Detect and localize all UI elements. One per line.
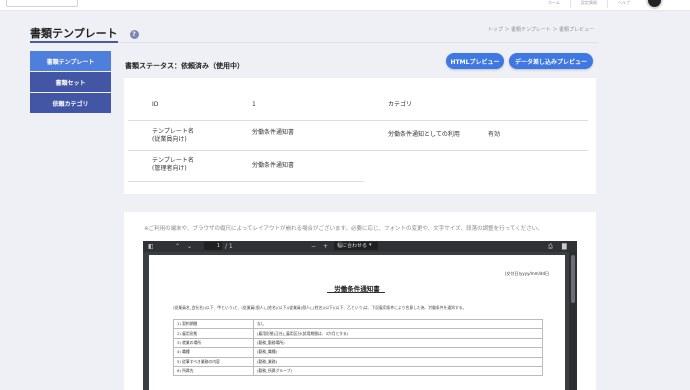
page-total: / 1 (225, 243, 233, 250)
document-intro: (従業員名_会社名)(以下、甲という)と、(従業員(個人)_(姓名)(以下)(従… (173, 305, 467, 310)
sidebar-item-templates[interactable]: 書類テンプレート (30, 51, 111, 71)
employee-template-name-label: テンプレート名 (従業員向け) (152, 128, 194, 144)
title-underline (327, 292, 385, 293)
pdf-toolbar: ◧ ⌃ ⌄ 1 / 1 − + 幅に合わせる ▾ ⎙ ▇ (143, 241, 577, 252)
top-link-settings[interactable]: 設定情報 (581, 0, 597, 8)
table-cell: なし (253, 318, 543, 330)
table-cell: (勤務_勤務場所) (253, 337, 543, 349)
top-link-help[interactable]: ヘルプ (618, 0, 630, 8)
search-input[interactable] (6, 0, 78, 7)
page-title-text: 書類テンプレート (30, 27, 118, 40)
employee-template-name-label-sub: (従業員向け) (152, 136, 187, 143)
usage-label: 労働条件通知としての利用 (388, 131, 460, 138)
top-bar: ホーム 設定情報 ヘルプ (0, 0, 690, 11)
title-underline (30, 41, 118, 43)
print-icon[interactable]: ⎙ (548, 243, 553, 250)
zoom-select-value: 幅に合わせる (337, 243, 368, 249)
zoom-in-button[interactable]: + (323, 243, 328, 250)
top-link-home[interactable]: ホーム (548, 0, 560, 8)
help-icon[interactable]: ? (129, 30, 139, 39)
page-down-icon[interactable]: ⌄ (187, 243, 192, 250)
top-links: ホーム 設定情報 ヘルプ (548, 0, 630, 8)
conditions-table: 1) 契約期間 なし 2) 雇用形態 (雇用形態(正社)_雇用区分(試用期間は、3か… (173, 318, 543, 377)
table-cell: 2) 雇用形態 (173, 328, 254, 339)
table-cell: (勤務_所属グループ) (253, 365, 543, 377)
admin-template-name-label: テンプレート名 (管理者向け) (152, 157, 194, 173)
preview-card: ※ご利用の端末や、ブラウザの縦尺によってレイアウトが崩れる場合がございます。必要… (124, 212, 596, 390)
divider (364, 120, 588, 121)
table-cell: (雇用形態(正社)_雇用区分(試用期間は、3か月とする) (253, 328, 543, 339)
divider (569, 0, 571, 8)
admin-template-name-value: 労働条件通知書 (252, 162, 295, 169)
document-page: (交付日)yyyy/mm/dd日 労働条件通知書 (従業員名_会社名)(以下、甲… (149, 255, 565, 390)
divider (606, 0, 608, 8)
admin-template-name-label-sub: (管理者向け) (152, 165, 187, 172)
employee-template-name-value: 労働条件通知書 (252, 129, 295, 136)
table-cell: (勤務_業務) (253, 356, 543, 367)
table-cell: 3) 就業の場所 (173, 337, 254, 349)
sidebar-item-document-sets[interactable]: 書類セット (30, 72, 111, 92)
table-cell: 4) 職種 (173, 347, 254, 358)
sidebar-toggle-icon[interactable]: ◧ (148, 243, 154, 250)
table-row: 2) 雇用形態 (雇用形態(正社)_雇用区分(試用期間は、3か月とする) (173, 328, 543, 339)
divider (364, 150, 588, 151)
table-row: 5) 従事すべき業務の内容 (勤務_業務) (173, 356, 543, 367)
zoom-select[interactable]: 幅に合わせる ▾ (334, 242, 378, 250)
html-preview-button[interactable]: HTMLプレビュー (446, 53, 504, 69)
template-details-card: ID 1 カテゴリ テンプレート名 (従業員向け) 労働条件通知書 労働条件通知… (124, 78, 596, 194)
issue-date: (交付日)yyyy/mm/dd日 (504, 271, 549, 276)
table-row: 1) 契約期間 なし (173, 318, 543, 330)
breadcrumb[interactable]: トップ ＞ 書類テンプレート ＞ 書類プレビュー (488, 26, 594, 33)
data-preview-button[interactable]: データ差し込みプレビュー (509, 53, 593, 69)
table-row: 6) 所属先 (勤務_所属グループ) (173, 365, 543, 377)
chevron-down-icon: ▾ (369, 242, 372, 248)
table-cell: (勤務_職種) (253, 347, 543, 358)
id-value: 1 (252, 101, 256, 108)
id-label: ID (152, 101, 159, 108)
usage-value: 有効 (488, 131, 501, 138)
page-title: 書類テンプレート ? (30, 25, 139, 41)
table-cell: 5) 従事すべき業務の内容 (173, 356, 254, 367)
page-up-icon[interactable]: ⌃ (175, 243, 180, 250)
sidebar-item-request-categories[interactable]: 依頼カテゴリ (30, 93, 111, 113)
title-divider (118, 42, 598, 43)
layout-notice: ※ご利用の端末や、ブラウザの縦尺によってレイアウトが崩れる場合がございます。必要… (144, 226, 543, 232)
employee-template-name-label-text: テンプレート名 (152, 128, 194, 135)
table-row: 3) 就業の場所 (勤務_勤務場所) (173, 337, 543, 349)
zoom-out-button[interactable]: − (311, 243, 316, 250)
pdf-viewer[interactable]: ◧ ⌃ ⌄ 1 / 1 − + 幅に合わせる ▾ ⎙ ▇ (交付日)yyyy/m… (143, 241, 577, 390)
sidebar: 書類テンプレート 書類セット 依頼カテゴリ (30, 51, 111, 114)
admin-template-name-label-text: テンプレート名 (152, 157, 194, 164)
table-row: 4) 職種 (勤務_職種) (173, 347, 543, 358)
table-cell: 6) 所属先 (173, 365, 254, 377)
document-status: 書類ステータス：依頼済み（使用中） (125, 62, 244, 70)
divider (128, 120, 364, 121)
divider (128, 181, 364, 182)
avatar[interactable] (646, 0, 663, 9)
download-icon[interactable]: ▇ (562, 243, 567, 250)
divider (128, 150, 364, 151)
table-cell: 1) 契約期間 (173, 318, 254, 330)
category-label: カテゴリ (388, 101, 413, 108)
page-number-input[interactable]: 1 (204, 242, 222, 250)
pdf-scroll-thumb[interactable] (571, 255, 575, 303)
